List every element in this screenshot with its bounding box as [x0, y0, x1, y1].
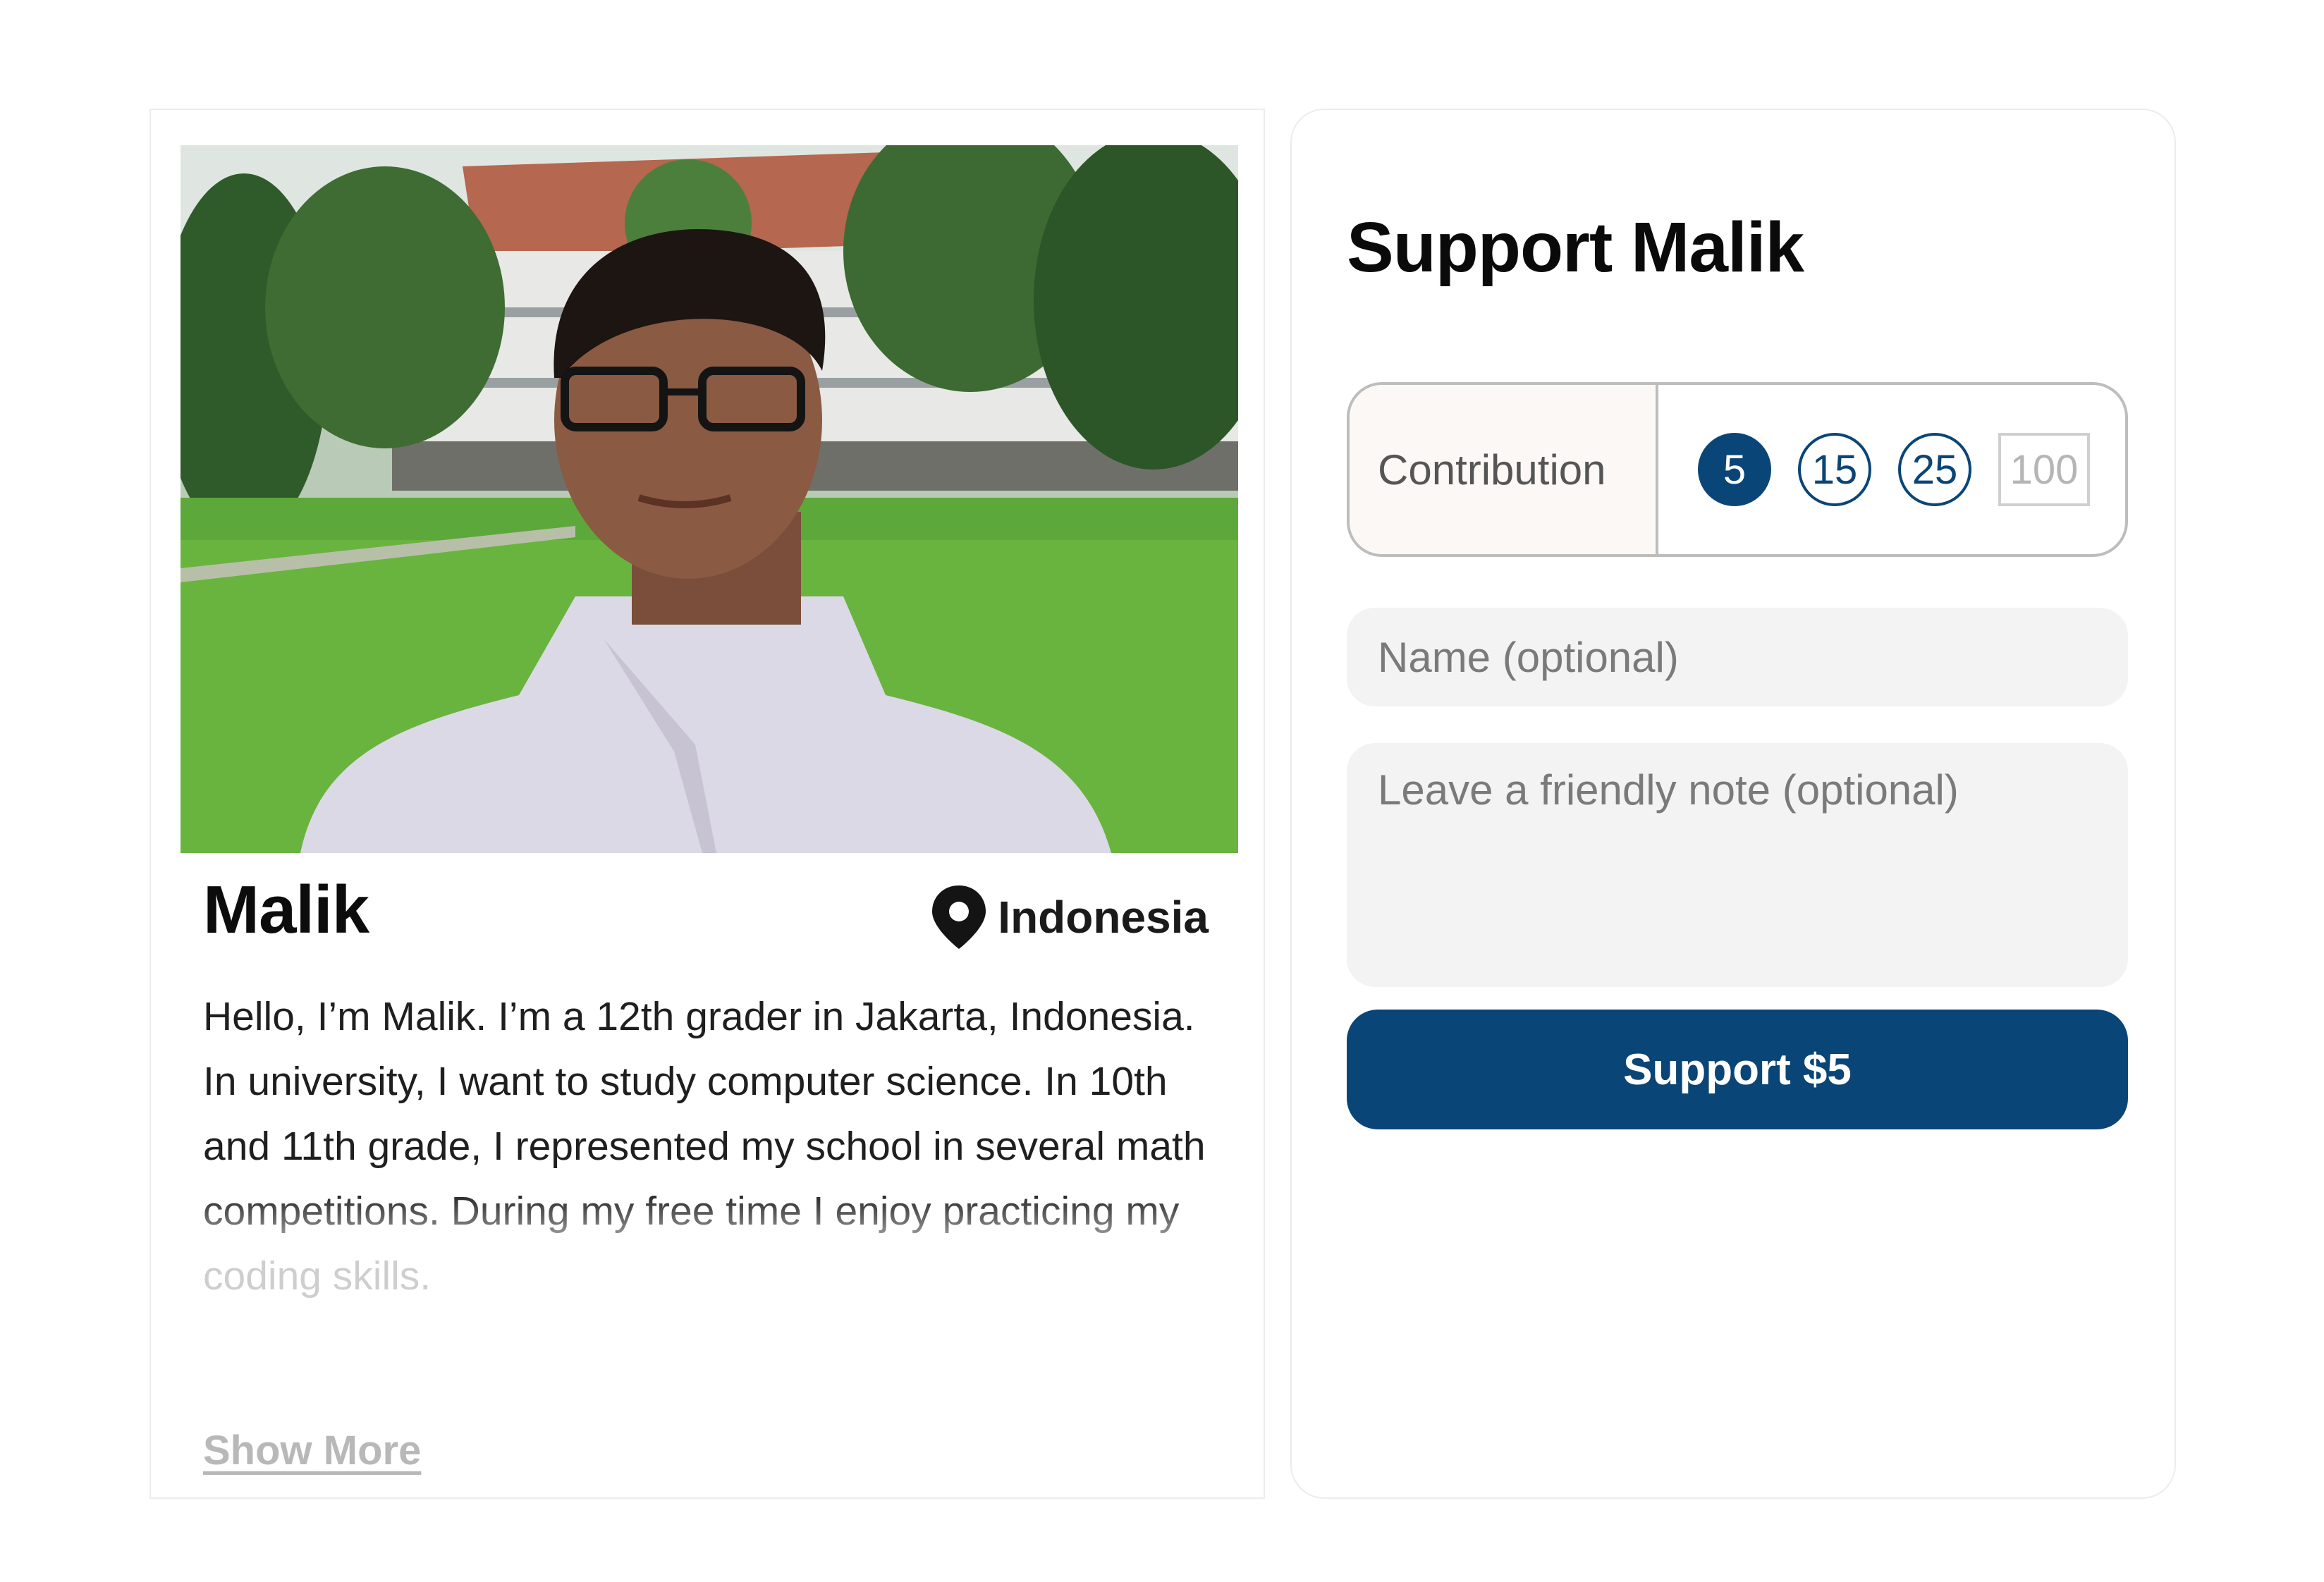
bio-text: Hello, I’m Malik. I’m a 12th grader in J…	[203, 994, 1206, 1299]
location: Indonesia	[930, 884, 1209, 950]
show-more-link[interactable]: Show More	[203, 1427, 421, 1474]
support-title: Support Malik	[1347, 208, 1804, 287]
profile-card: Malik Indonesia Hello, I’m Malik. I’m a …	[149, 109, 1265, 1499]
student-photo	[181, 145, 1238, 853]
contribution-label: Contribution	[1350, 385, 1658, 554]
name-input[interactable]	[1347, 608, 2128, 706]
contribution-selector: Contribution 5 15 25 100	[1347, 382, 2128, 557]
location-label: Indonesia	[998, 892, 1209, 943]
amount-options: 5 15 25 100	[1658, 385, 2125, 554]
map-pin-icon	[932, 885, 986, 949]
amount-option-25[interactable]: 25	[1898, 433, 1971, 506]
amount-option-15[interactable]: 15	[1798, 433, 1871, 506]
amount-option-100[interactable]: 100	[1998, 433, 2090, 506]
support-button[interactable]: Support $5	[1347, 1010, 2128, 1129]
support-card: Support Malik Contribution 5 15 25 100 S…	[1290, 109, 2176, 1499]
student-name: Malik	[203, 872, 369, 948]
amount-option-5[interactable]: 5	[1698, 433, 1771, 506]
note-input[interactable]	[1347, 743, 2128, 987]
